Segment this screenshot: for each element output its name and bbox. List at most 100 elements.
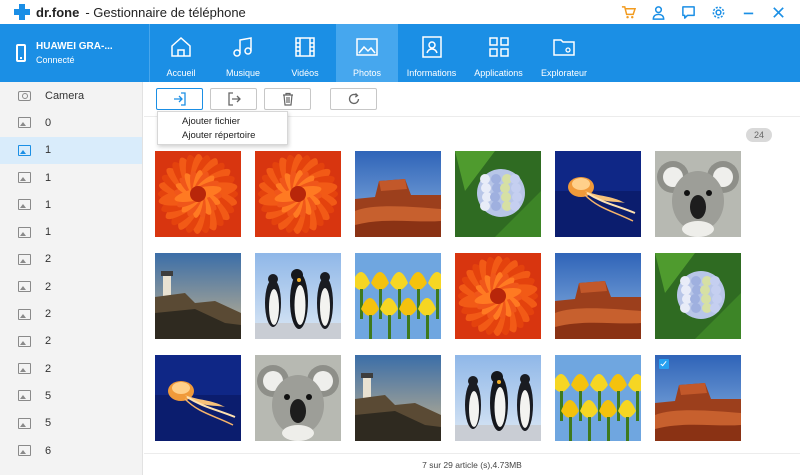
close-icon[interactable] — [764, 2, 792, 22]
image-icon — [18, 226, 31, 238]
photo-thumbnail[interactable] — [255, 151, 341, 237]
phone-icon — [16, 44, 26, 62]
photo-thumbnail[interactable] — [555, 151, 641, 237]
brand-name: dr.fone — [36, 4, 80, 20]
tab-label: Musique — [225, 68, 261, 78]
contact-icon — [421, 36, 442, 58]
photo-thumbnail[interactable] — [255, 355, 341, 441]
settings-icon[interactable] — [704, 2, 732, 22]
tab-videos[interactable]: Vidéos — [274, 24, 336, 82]
image-icon — [18, 417, 31, 429]
sidebar-item-album[interactable]: 2 — [0, 300, 142, 327]
photo-thumbnail[interactable] — [155, 151, 241, 237]
image-icon — [18, 390, 31, 402]
photo-thumbnail[interactable] — [455, 253, 541, 339]
menu-item-add-folder[interactable]: Ajouter répertoire — [158, 129, 287, 143]
feedback-icon[interactable] — [674, 2, 702, 22]
tab-label: Vidéos — [291, 68, 319, 78]
photo-thumbnail[interactable] — [555, 355, 641, 441]
home-icon — [171, 36, 191, 57]
tab-explorateur[interactable]: Explorateur — [532, 24, 596, 82]
minimize-icon[interactable] — [734, 2, 762, 22]
tab-label: Informations — [406, 68, 457, 78]
sidebar-item-album[interactable]: 2 — [0, 246, 142, 273]
export-icon — [227, 92, 241, 106]
device-status: Connecté — [36, 55, 75, 65]
toolbar — [156, 88, 377, 110]
sidebar-item-album[interactable]: 1 — [0, 191, 142, 218]
tab-label: Explorateur — [540, 68, 588, 78]
photo-thumbnail[interactable] — [655, 355, 741, 441]
title-bar: dr.fone - Gestionnaire de téléphone — [0, 0, 800, 24]
photo-thumbnail[interactable] — [455, 355, 541, 441]
photo-thumbnail[interactable] — [155, 253, 241, 339]
image-icon — [18, 335, 31, 347]
image-icon — [18, 253, 31, 265]
tab-label: Applications — [474, 68, 523, 78]
photo-thumbnail[interactable] — [455, 151, 541, 237]
sidebar-item-label: 5 — [45, 389, 52, 402]
tab-home[interactable]: Accueil — [150, 24, 212, 82]
photo-count-badge: 24 — [746, 128, 772, 142]
tab-applications[interactable]: Applications — [465, 24, 532, 82]
photo-thumbnail[interactable] — [355, 355, 441, 441]
sidebar-item-label: 5 — [45, 417, 52, 430]
menu-item-add-file[interactable]: Ajouter fichier — [158, 115, 287, 129]
image-icon — [18, 199, 31, 211]
device-info[interactable]: HUAWEI GRA-... Connecté — [0, 24, 150, 82]
sidebar-item-label: 1 — [45, 144, 52, 157]
app-logo: dr.fone - Gestionnaire de téléphone — [14, 4, 246, 20]
add-button[interactable] — [156, 88, 203, 110]
sidebar-item-camera[interactable]: Camera — [0, 82, 142, 109]
sidebar-item-album[interactable]: 2 — [0, 273, 142, 300]
sidebar-item-album[interactable]: 5 — [0, 410, 142, 437]
sidebar-item-album[interactable]: 2 — [0, 328, 142, 355]
folder-icon — [553, 39, 575, 56]
sidebar-item-album[interactable]: 1 — [0, 136, 142, 164]
image-icon — [18, 144, 31, 156]
sidebar-item-label: 1 — [45, 171, 52, 184]
apps-icon — [488, 37, 509, 57]
sidebar-item-label: 2 — [45, 362, 52, 375]
sidebar-item-album[interactable]: 6 — [0, 437, 142, 464]
tab-music[interactable]: Musique — [212, 24, 274, 82]
image-icon — [18, 363, 31, 375]
tab-informations[interactable]: Informations — [398, 24, 465, 82]
main-content: Ajouter fichier Ajouter répertoire 24 7 … — [144, 82, 800, 475]
sidebar-item-label: 1 — [45, 226, 52, 239]
music-icon — [233, 37, 252, 57]
sidebar-item-album[interactable]: 1 — [0, 164, 142, 191]
photo-thumbnail[interactable] — [655, 253, 741, 339]
photo-thumbnail[interactable] — [355, 253, 441, 339]
top-navigation: HUAWEI GRA-... Connecté Accueil Musique … — [0, 24, 800, 82]
photo-thumbnail[interactable] — [155, 355, 241, 441]
photo-thumbnail[interactable] — [555, 253, 641, 339]
image-icon — [18, 117, 31, 129]
sidebar-item-label: 6 — [45, 444, 52, 457]
refresh-icon — [348, 93, 359, 105]
sidebar-item-album[interactable]: 2 — [0, 355, 142, 382]
tab-photos[interactable]: Photos — [336, 24, 398, 82]
user-icon[interactable] — [644, 2, 672, 22]
image-icon — [18, 281, 31, 293]
photo-thumbnail[interactable] — [355, 151, 441, 237]
camera-icon — [18, 90, 31, 101]
sidebar-item-album[interactable]: 0 — [0, 109, 142, 136]
photo-icon — [356, 38, 378, 56]
refresh-button[interactable] — [330, 88, 377, 110]
sidebar-item-label: 2 — [45, 253, 52, 266]
cart-icon[interactable] — [614, 2, 642, 22]
sidebar-item-label: 2 — [45, 280, 52, 293]
delete-button[interactable] — [264, 88, 311, 110]
photo-thumbnail[interactable] — [255, 253, 341, 339]
sidebar-item-album[interactable]: 5 — [0, 382, 142, 409]
add-dropdown-menu: Ajouter fichier Ajouter répertoire — [157, 111, 288, 145]
selected-checkbox[interactable] — [659, 359, 669, 369]
sidebar-item-label: 2 — [45, 335, 52, 348]
image-icon — [18, 445, 31, 456]
photo-thumbnail[interactable] — [655, 151, 741, 237]
sidebar-item-label: Camera — [45, 89, 85, 102]
sidebar-item-album[interactable]: 1 — [0, 218, 142, 245]
export-button[interactable] — [210, 88, 257, 110]
add-icon — [173, 92, 186, 106]
